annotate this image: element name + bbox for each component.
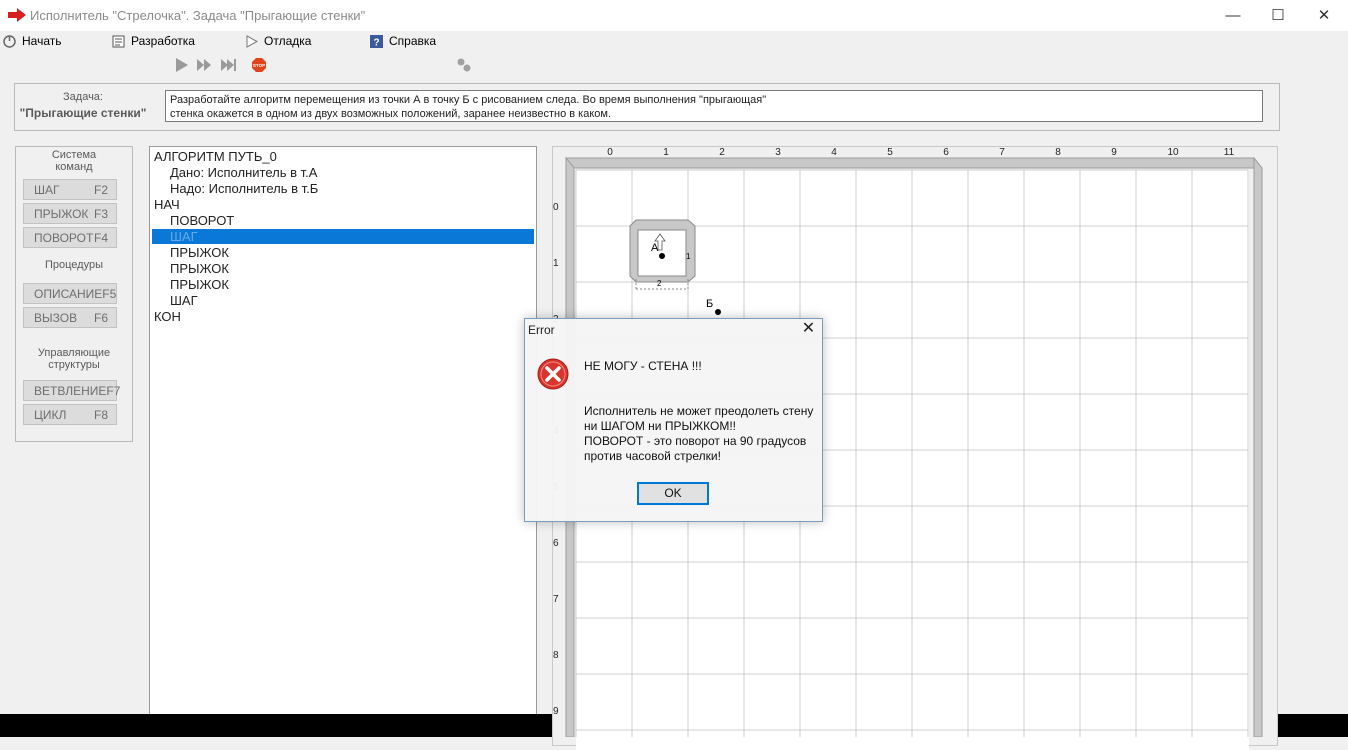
cmd-label: ЦИКЛ	[34, 407, 67, 422]
cmd-step-button[interactable]: ШАГ F2	[23, 179, 117, 200]
row-label: 0	[553, 202, 559, 213]
selected-line-highlight	[152, 229, 534, 244]
cmd-jump-button[interactable]: ПРЫЖОК F3	[23, 203, 117, 224]
ok-button[interactable]: OK	[637, 482, 709, 505]
code-line-selected[interactable]: ШАГ	[170, 229, 198, 245]
cmd-key: F6	[93, 310, 108, 325]
point-b-label: Б	[706, 298, 714, 310]
code-line[interactable]: АЛГОРИТМ ПУТЬ_0	[154, 149, 277, 165]
menu-help[interactable]: ? Справка	[370, 33, 436, 49]
document-icon	[112, 35, 125, 47]
cmd-label: ВЕТВЛЕНИЕ	[34, 383, 107, 398]
svg-text:STOP: STOP	[253, 63, 265, 68]
svg-text:?: ?	[373, 37, 379, 48]
code-line[interactable]: КОН	[154, 309, 181, 325]
fast-run-icon[interactable]	[220, 57, 236, 73]
col-label: 10	[1167, 147, 1179, 158]
cmd-key: F5	[102, 286, 117, 301]
menu-development[interactable]: Разработка	[112, 33, 195, 49]
cmd-label: ОПИСАНИЕ	[34, 286, 103, 301]
dialog-message-line: против часовой стрелки!	[584, 449, 721, 463]
run-icon[interactable]	[174, 57, 190, 73]
arrow-logo-icon	[8, 8, 26, 22]
cmd-key: F4	[93, 230, 108, 245]
wall-label: 1	[686, 252, 691, 261]
section-system-commands: Система команд	[51, 149, 97, 173]
col-label: 3	[775, 147, 781, 158]
menu-start[interactable]: Начать	[3, 33, 62, 49]
row-label: 7	[553, 594, 559, 605]
code-line[interactable]: ПРЫЖОК	[170, 245, 229, 261]
col-label: 8	[1055, 147, 1061, 158]
row-label: 1	[553, 258, 559, 269]
dialog-message-line: ни ШАГОМ ни ПРЫЖКОМ!!	[584, 419, 737, 433]
cmd-key: F2	[93, 182, 108, 197]
cmd-loop-button[interactable]: ЦИКЛ F8	[23, 404, 117, 425]
col-label: 0	[607, 147, 613, 158]
section-procedures: Процедуры	[44, 259, 103, 271]
cmd-label: ПОВОРОТ	[34, 230, 94, 245]
code-line[interactable]: ПОВОРОТ	[170, 213, 234, 229]
point-a-label: А	[651, 242, 659, 254]
cmd-key: F7	[106, 383, 121, 398]
window-title: Исполнитель "Стрелочка". Задача "Прыгающ…	[30, 8, 366, 23]
close-window-button[interactable]: ✕	[1301, 0, 1347, 31]
task-description: Разработайте алгоритм перемещения из точ…	[165, 90, 1263, 122]
stop-icon[interactable]: STOP	[251, 57, 267, 73]
col-label: 6	[943, 147, 949, 158]
menu-help-label: Справка	[389, 34, 437, 48]
settings-icon[interactable]	[456, 57, 472, 73]
dialog-message-line: ПОВОРОТ - это поворот на 90 градусов	[584, 434, 807, 448]
cmd-label: ПРЫЖОК	[34, 206, 89, 221]
code-line[interactable]: Надо: Исполнитель в т.Б	[170, 181, 318, 197]
wall-label: 2	[657, 279, 662, 288]
col-label: 11	[1223, 147, 1235, 158]
menu-debug-label: Отладка	[264, 34, 312, 48]
row-label: 8	[553, 650, 559, 661]
power-icon	[3, 34, 16, 48]
dialog-heading: НЕ МОГУ - СТЕНА !!!	[584, 359, 702, 373]
col-label: 4	[831, 147, 837, 158]
cmd-call-button[interactable]: ВЫЗОВ F6	[23, 307, 117, 328]
bottom-bar	[0, 714, 552, 737]
cmd-key: F3	[93, 206, 108, 221]
step-icon[interactable]	[196, 57, 212, 73]
task-label: Задача:	[63, 91, 103, 103]
code-line[interactable]: ПРЫЖОК	[170, 261, 229, 277]
minimize-button[interactable]: —	[1210, 0, 1256, 31]
menu-development-label: Разработка	[131, 34, 195, 48]
code-line[interactable]: ШАГ	[170, 293, 198, 309]
help-icon: ?	[370, 34, 383, 48]
maximize-button[interactable]: ☐	[1255, 0, 1301, 31]
menu-debug[interactable]: Отладка	[245, 33, 311, 49]
col-label: 7	[999, 147, 1005, 158]
col-label: 1	[663, 147, 669, 158]
dialog-title: Error	[528, 323, 555, 337]
code-line[interactable]: ПРЫЖОК	[170, 277, 229, 293]
bottom-bar	[1278, 714, 1348, 737]
cmd-branch-button[interactable]: ВЕТВЛЕНИЕ F7	[23, 380, 121, 401]
col-label: 9	[1111, 147, 1117, 158]
play-outline-icon	[246, 34, 258, 48]
col-label: 5	[887, 147, 893, 158]
cmd-describe-button[interactable]: ОПИСАНИЕ F5	[23, 283, 117, 304]
row-label: 9	[553, 706, 559, 717]
code-line[interactable]: Дано: Исполнитель в т.А	[170, 165, 317, 181]
task-name: "Прыгающие стенки"	[19, 106, 147, 120]
cmd-key: F8	[93, 407, 108, 422]
dialog-message-line: Исполнитель не может преодолеть стену	[584, 404, 814, 418]
task-description-line: Разработайте алгоритм перемещения из точ…	[170, 94, 767, 106]
col-label: 2	[719, 147, 725, 158]
cmd-label: ВЫЗОВ	[34, 310, 78, 325]
menu-start-label: Начать	[22, 34, 62, 48]
row-label: 6	[553, 538, 559, 549]
cmd-turn-button[interactable]: ПОВОРОТ F4	[23, 227, 117, 248]
code-line[interactable]: НАЧ	[154, 197, 180, 213]
error-icon	[537, 358, 569, 390]
section-control-structures: Управляющие структуры	[37, 347, 111, 371]
dialog-close-button[interactable]: ✕	[795, 318, 822, 340]
cmd-label: ШАГ	[34, 182, 60, 197]
task-description-line: стенка окажется в одном из двух возможны…	[170, 108, 612, 120]
